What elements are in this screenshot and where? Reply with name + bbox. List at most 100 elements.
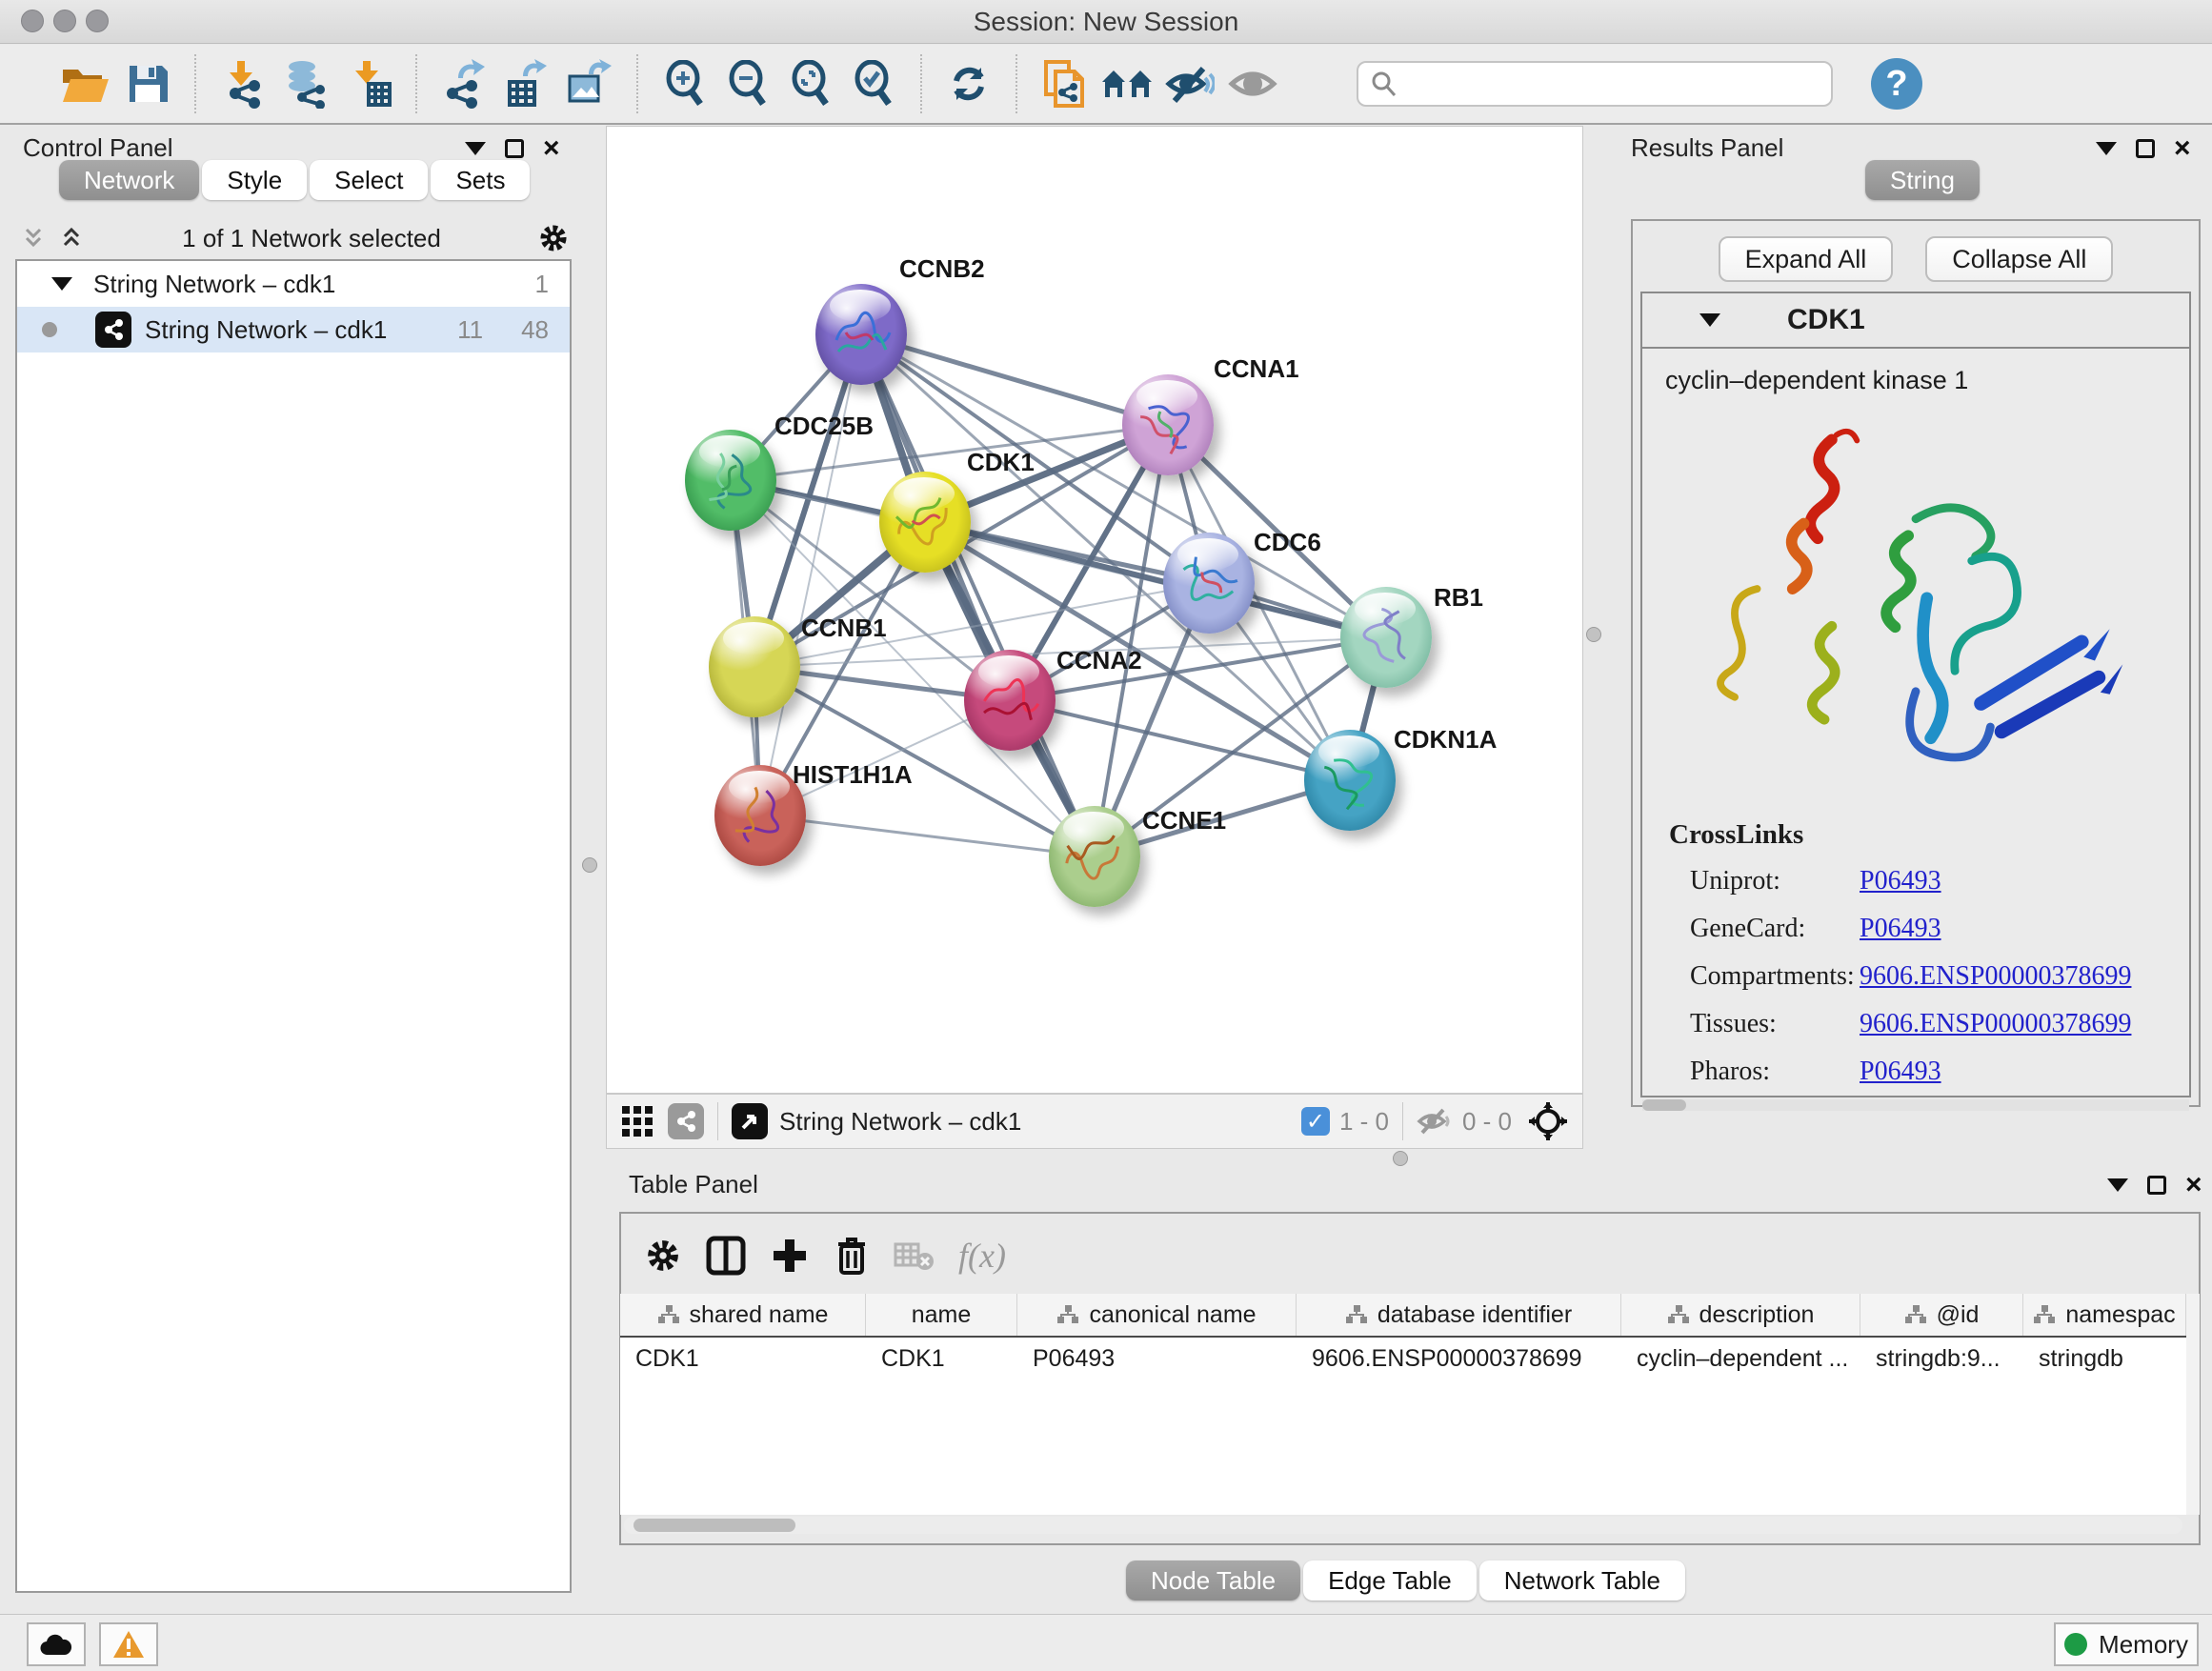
table-horizontal-scrollbar[interactable] <box>624 1517 2182 1534</box>
network-node-ccne1[interactable] <box>1049 806 1140 907</box>
tab-style[interactable]: Style <box>202 160 307 200</box>
collapse-all-button[interactable]: Collapse All <box>1925 236 2113 282</box>
tab-network[interactable]: Network <box>59 160 199 200</box>
table-row[interactable]: CDK1CDK1P064939606.ENSP00000378699cyclin… <box>620 1338 2186 1381</box>
selected-checkbox-icon[interactable]: ✓ <box>1301 1107 1330 1136</box>
import-network-from-database-button[interactable] <box>274 54 337 113</box>
tab-select[interactable]: Select <box>310 160 428 200</box>
export-image-button[interactable] <box>558 54 621 113</box>
results-panel-window-buttons: × <box>2096 139 2191 158</box>
results-scrollbar[interactable] <box>1642 1099 2189 1111</box>
network-collection-row[interactable]: String Network – cdk1 1 <box>17 261 570 307</box>
table-cell: CDK1 <box>866 1338 1017 1381</box>
collapse-all-chevrons-icon[interactable] <box>19 224 48 252</box>
crosslink-label: Pharos: <box>1669 1057 1860 1087</box>
network-view-canvas[interactable]: CCNB2CCNA1CDC25BCDK1CDC6RB1CCNB1CCNA2CDK… <box>606 126 1583 1094</box>
float-panel-icon[interactable] <box>2147 1176 2166 1195</box>
cloud-status-button[interactable] <box>27 1622 86 1666</box>
refresh-icon <box>947 62 991 106</box>
hide-selected-button[interactable] <box>1158 54 1221 113</box>
show-all-button[interactable] <box>1221 54 1284 113</box>
search-box[interactable] <box>1357 61 1833 107</box>
crosslink-link[interactable]: P06493 <box>1860 1057 1941 1087</box>
network-row[interactable]: String Network – cdk1 11 48 <box>17 307 570 352</box>
home-layout-button[interactable] <box>1096 54 1158 113</box>
export-network-button[interactable] <box>432 54 495 113</box>
zoom-out-button[interactable] <box>716 54 779 113</box>
tab-edge-table[interactable]: Edge Table <box>1303 1560 1477 1601</box>
network-node-rb1[interactable] <box>1340 587 1432 688</box>
panel-menu-icon[interactable] <box>465 142 486 155</box>
table-vertical-scrollbar[interactable] <box>2186 1294 2200 1515</box>
network-node-cdc6[interactable] <box>1163 533 1255 634</box>
crosslink-link[interactable]: P06493 <box>1860 866 1941 896</box>
export-table-icon <box>504 59 550 109</box>
tab-network-table[interactable]: Network Table <box>1479 1560 1685 1601</box>
search-input[interactable] <box>1398 70 1808 99</box>
tab-sets[interactable]: Sets <box>431 160 530 200</box>
show-columns-icon[interactable] <box>705 1235 747 1277</box>
add-column-plus-icon[interactable] <box>770 1236 810 1276</box>
column-type-icon <box>2033 1304 2056 1325</box>
network-node-cdkn1a[interactable] <box>1304 730 1396 831</box>
panel-menu-icon[interactable] <box>2096 142 2117 155</box>
expand-all-button[interactable]: Expand All <box>1719 236 1894 282</box>
zoom-in-button[interactable] <box>654 54 716 113</box>
column-header-namespac[interactable]: namespac <box>2023 1294 2186 1336</box>
warnings-button[interactable] <box>99 1622 158 1666</box>
birds-eye-view-icon[interactable] <box>732 1103 768 1139</box>
table-settings-gear-icon[interactable] <box>644 1237 682 1275</box>
network-node-ccna1[interactable] <box>1122 374 1214 475</box>
help-button[interactable]: ? <box>1871 58 1922 110</box>
cdk1-card-header[interactable]: CDK1 <box>1642 293 2189 349</box>
bottom-splitter-handle[interactable] <box>1393 1151 1408 1166</box>
application-window: Session: New Session <box>0 0 2212 1671</box>
zoom-fit-button[interactable] <box>779 54 842 113</box>
export-table-button[interactable] <box>495 54 558 113</box>
float-panel-icon[interactable] <box>505 139 524 158</box>
grid-view-icon[interactable] <box>620 1104 654 1138</box>
copy-share-button[interactable] <box>1033 54 1096 113</box>
selected-count-badge: ✓ 1 - 0 <box>1301 1107 1389 1137</box>
network-node-ccnb1[interactable] <box>709 616 800 717</box>
pan-crosshair-icon[interactable] <box>1527 1100 1569 1142</box>
import-network-button[interactable] <box>211 54 274 113</box>
close-panel-icon[interactable]: × <box>2174 139 2191 158</box>
network-node-ccna2[interactable] <box>964 650 1056 751</box>
column-header-name[interactable]: name <box>866 1294 1017 1336</box>
crosslinks-section: CrossLinks Uniprot:P06493GeneCard:P06493… <box>1642 791 2189 1087</box>
column-header-description[interactable]: description <box>1621 1294 1860 1336</box>
panel-menu-icon[interactable] <box>2107 1178 2128 1192</box>
tree-expand-icon[interactable] <box>51 277 72 291</box>
column-header-database-identifier[interactable]: database identifier <box>1297 1294 1621 1336</box>
crosslink-label: Uniprot: <box>1669 866 1860 896</box>
network-node-cdk1[interactable] <box>879 472 971 573</box>
close-panel-icon[interactable]: × <box>2185 1176 2202 1195</box>
right-splitter-handle[interactable] <box>1586 627 1601 642</box>
import-table-button[interactable] <box>337 54 400 113</box>
column-header-id[interactable]: @id <box>1860 1294 2023 1336</box>
memory-button[interactable]: Memory <box>2054 1622 2199 1666</box>
gear-icon[interactable] <box>537 222 570 254</box>
network-node-cdc25b[interactable] <box>685 430 776 531</box>
column-header-shared-name[interactable]: shared name <box>620 1294 866 1336</box>
crosslink-link[interactable]: 9606.ENSP00000378699 <box>1860 961 2131 992</box>
save-session-button[interactable] <box>116 54 179 113</box>
tab-node-table[interactable]: Node Table <box>1126 1560 1300 1601</box>
close-panel-icon[interactable]: × <box>543 139 560 158</box>
crosslink-link[interactable]: 9606.ENSP00000378699 <box>1860 1009 2131 1039</box>
open-file-button[interactable] <box>53 54 116 113</box>
tab-string[interactable]: String <box>1865 160 1980 200</box>
control-panel-window-buttons: × <box>465 139 560 158</box>
float-panel-icon[interactable] <box>2136 139 2155 158</box>
collapse-section-icon[interactable] <box>1699 313 1720 327</box>
expand-all-chevrons-icon[interactable] <box>57 224 86 252</box>
left-splitter-handle[interactable] <box>582 857 597 873</box>
delete-column-trash-icon[interactable] <box>833 1235 871 1277</box>
column-header-canonical-name[interactable]: canonical name <box>1017 1294 1297 1336</box>
zoom-selected-button[interactable] <box>842 54 905 113</box>
network-node-ccnb2[interactable] <box>815 284 907 385</box>
string-network-badge-icon[interactable] <box>668 1103 704 1139</box>
refresh-button[interactable] <box>937 54 1000 113</box>
crosslink-link[interactable]: P06493 <box>1860 914 1941 944</box>
